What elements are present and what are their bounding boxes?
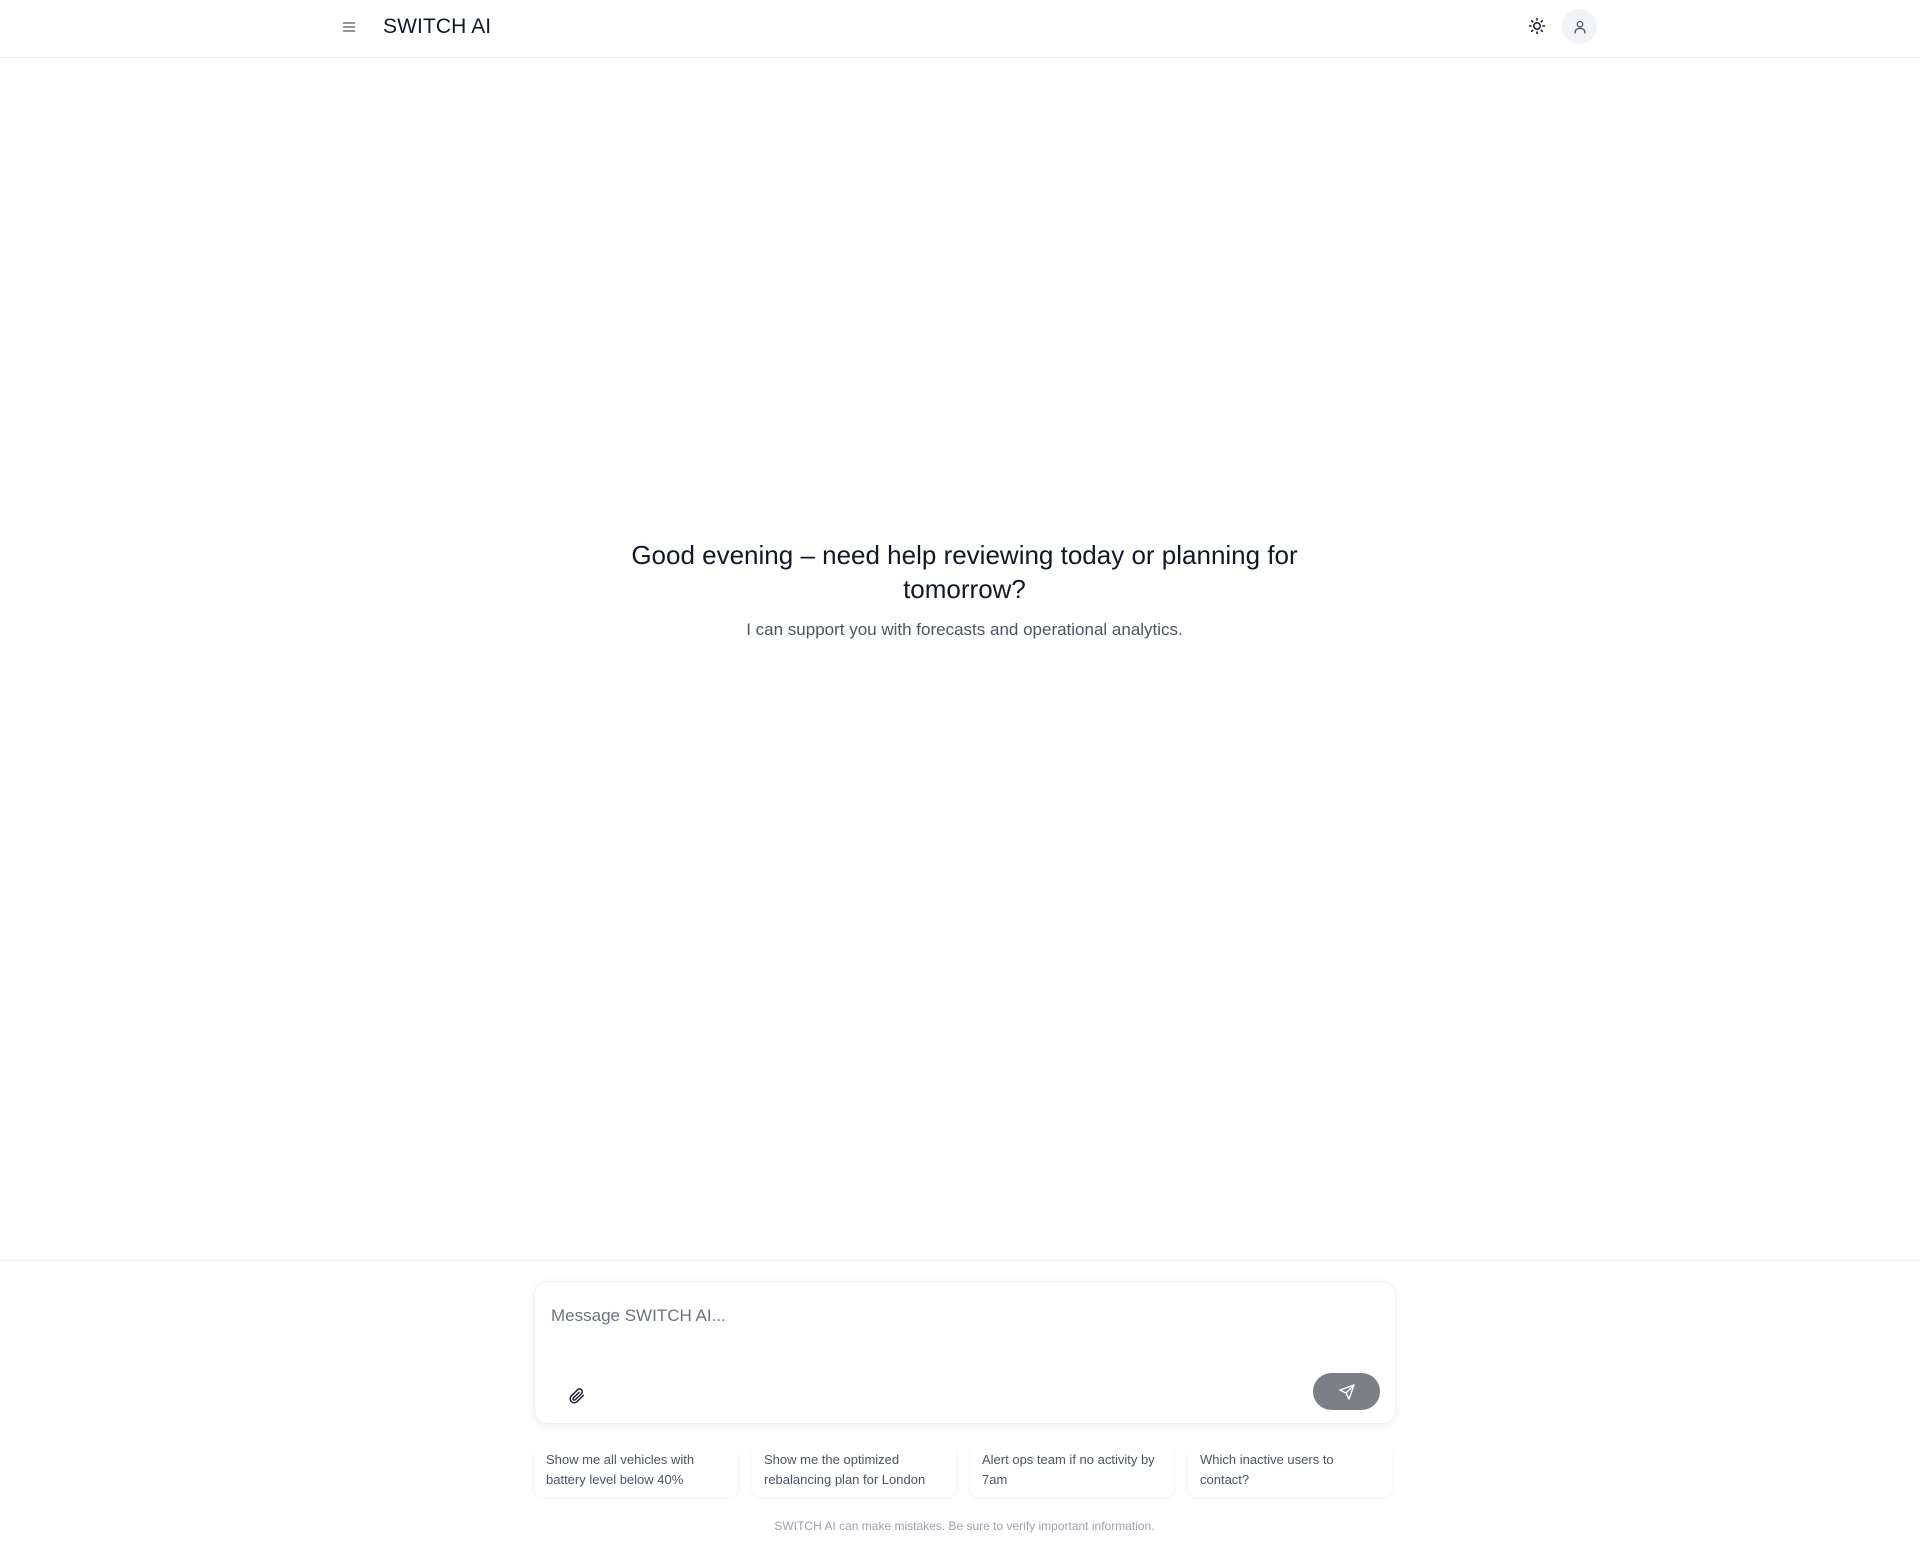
suggestion-chip[interactable]: Which inactive users to contact?: [1188, 1441, 1392, 1497]
welcome-section: Good evening – need help reviewing today…: [0, 538, 1920, 641]
message-composer: [534, 1281, 1396, 1424]
top-bar: SWITCH AI: [0, 0, 1920, 58]
theme-toggle-button[interactable]: [1522, 11, 1552, 41]
suggestion-chip[interactable]: Show me the optimized rebalancing plan f…: [752, 1441, 956, 1497]
user-icon: [1573, 20, 1586, 34]
greeting-title: Good evening – need help reviewing today…: [631, 540, 1298, 604]
suggestion-chip[interactable]: Alert ops team if no activity by 7am: [970, 1441, 1174, 1497]
attach-file-button[interactable]: [563, 1382, 591, 1410]
suggestion-chips: Show me all vehicles with battery level …: [534, 1441, 1396, 1497]
suggestion-chip[interactable]: Show me all vehicles with battery level …: [534, 1441, 738, 1497]
paperclip-icon: [569, 1388, 584, 1404]
app-title: SWITCH AI: [383, 15, 492, 38]
user-avatar-button[interactable]: [1562, 9, 1597, 44]
disclaimer-text: SWITCH AI can make mistakes. Be sure to …: [774, 1519, 1155, 1533]
message-input[interactable]: [551, 1296, 1371, 1336]
menu-button[interactable]: [334, 12, 364, 42]
greeting-subtitle: I can support you with forecasts and ope…: [746, 620, 1183, 639]
send-icon: [1338, 1383, 1355, 1400]
sun-icon: [1528, 17, 1546, 35]
hamburger-menu-icon: [342, 22, 356, 32]
send-button[interactable]: [1313, 1373, 1380, 1410]
composer-area: Show me all vehicles with battery level …: [0, 1260, 1920, 1547]
